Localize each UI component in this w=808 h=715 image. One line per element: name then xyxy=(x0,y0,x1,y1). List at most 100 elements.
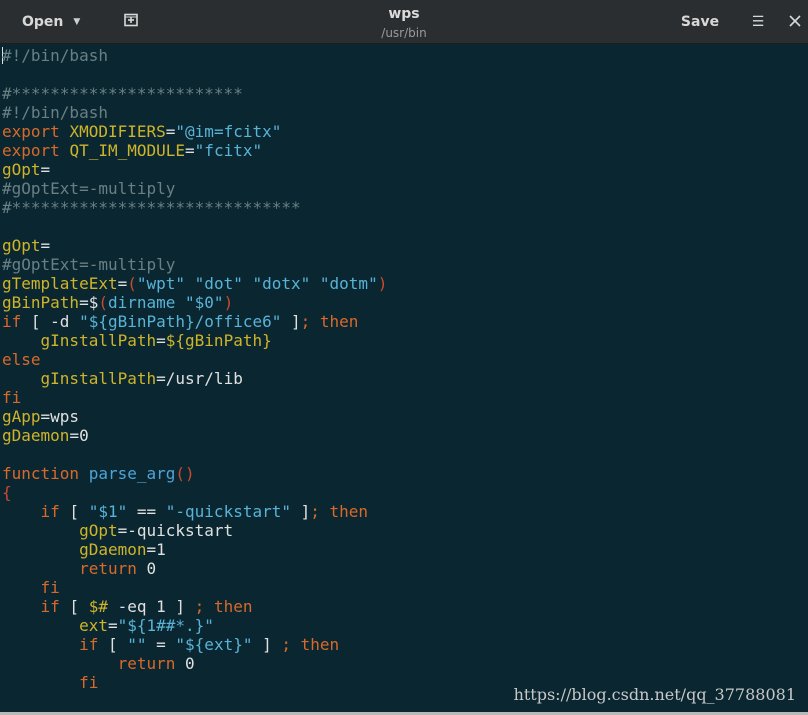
code-token: 0 xyxy=(136,559,157,578)
code-token: fi xyxy=(40,578,60,597)
code-line[interactable]: #gOptExt=-multiply xyxy=(2,255,387,274)
code-line[interactable]: fi xyxy=(2,673,387,692)
code-token: gOpt xyxy=(2,160,41,179)
code-line[interactable]: #gOptExt=-multiply xyxy=(2,179,387,198)
open-button[interactable]: Open ▼ xyxy=(12,0,90,43)
save-button[interactable]: Save xyxy=(672,0,728,43)
close-icon xyxy=(789,13,801,31)
code-token: =-quickstart xyxy=(117,521,234,540)
code-line[interactable]: #!/bin/bash xyxy=(2,103,387,122)
code-token: = xyxy=(117,274,128,293)
code-token: #gOptExt=-multiply xyxy=(2,255,176,274)
code-token: return xyxy=(79,559,137,578)
code-line[interactable] xyxy=(2,217,387,236)
code-token: () xyxy=(175,464,195,483)
code-token: ${gBinPath} xyxy=(165,331,272,350)
code-token: "${1##*.}" xyxy=(117,616,214,635)
code-line[interactable] xyxy=(2,445,387,464)
code-line[interactable]: export QT_IM_MODULE="fcitx" xyxy=(2,141,387,160)
code-token: $# xyxy=(88,597,108,616)
code-line[interactable]: fi xyxy=(2,578,387,597)
code-token: gOpt xyxy=(2,236,41,255)
new-document-button[interactable] xyxy=(118,0,144,43)
code-token: [ xyxy=(98,635,128,654)
menu-button[interactable]: ☰ xyxy=(745,0,771,43)
code-token: gDaemon xyxy=(79,540,147,559)
code-token: ext xyxy=(79,616,108,635)
code-token: =1 xyxy=(146,540,166,559)
code-editor[interactable]: #!/bin/bash #************************ #!/… xyxy=(0,44,808,712)
code-line[interactable]: gDaemon=1 xyxy=(2,540,387,559)
code-line[interactable]: if [ -d "${gBinPath}/office6" ]; then xyxy=(2,312,387,331)
code-token: ; then xyxy=(281,635,340,654)
code-token: /usr/lib xyxy=(165,369,243,388)
code-line[interactable]: export XMODIFIERS="@im=fcitx" xyxy=(2,122,387,141)
code-line[interactable]: gOpt=-quickstart xyxy=(2,521,387,540)
code-line[interactable]: gApp=wps xyxy=(2,407,387,426)
code-token: gApp xyxy=(2,407,41,426)
code-token: =$ xyxy=(79,293,99,312)
code-line[interactable]: gOpt= xyxy=(2,236,387,255)
code-line[interactable]: gTemplateExt=("wpt" "dot" "dotx" "dotm") xyxy=(2,274,387,293)
code-token: if xyxy=(79,635,99,654)
code-token: = xyxy=(146,635,176,654)
code-token: 0 xyxy=(175,654,195,673)
code-token: export xyxy=(2,122,70,141)
code-token: gDaemon xyxy=(2,426,70,445)
code-line[interactable]: ext="${1##*.}" xyxy=(2,616,387,635)
code-token: [ -d xyxy=(21,312,80,331)
code-token: gBinPath xyxy=(2,293,80,312)
code-token: #************************ xyxy=(2,84,243,103)
code-line[interactable]: return 0 xyxy=(2,559,387,578)
code-token: ; then xyxy=(310,502,369,521)
code-line[interactable]: fi xyxy=(2,388,387,407)
code-line[interactable]: gInstallPath=${gBinPath} xyxy=(2,331,387,350)
code-token: if xyxy=(40,502,60,521)
code-token: "$1" xyxy=(88,502,128,521)
code-line[interactable]: gBinPath=$(dirname "$0") xyxy=(2,293,387,312)
code-line[interactable]: function parse_arg() xyxy=(2,464,387,483)
code-token: #!/bin/bash xyxy=(2,103,108,122)
code-line[interactable] xyxy=(2,65,387,84)
code-token: fi xyxy=(2,388,22,407)
code-line[interactable]: return 0 xyxy=(2,654,387,673)
code-line[interactable]: { xyxy=(2,483,387,502)
code-token: gOpt xyxy=(79,521,118,540)
code-token: = xyxy=(185,141,195,160)
code-line[interactable]: if [ "$1" == "-quickstart" ]; then xyxy=(2,502,387,521)
code-line[interactable]: if [ "" = "${ext}" ] ; then xyxy=(2,635,387,654)
code-line[interactable]: else xyxy=(2,350,387,369)
code-line[interactable]: if [ $# -eq 1 ] ; then xyxy=(2,597,387,616)
code-line[interactable]: gInstallPath=/usr/lib xyxy=(2,369,387,388)
code-line[interactable]: #************************ xyxy=(2,84,387,103)
code-token: = xyxy=(165,122,176,141)
code-text[interactable]: #!/bin/bash #************************ #!/… xyxy=(2,46,387,692)
code-token: gInstallPath xyxy=(40,331,157,350)
code-line[interactable]: #****************************** xyxy=(2,198,387,217)
code-token: function xyxy=(2,464,89,483)
code-line[interactable]: gDaemon=0 xyxy=(2,426,387,445)
code-line[interactable]: #!/bin/bash xyxy=(2,46,387,65)
close-button[interactable] xyxy=(784,0,806,43)
code-token: ] xyxy=(291,502,311,521)
header-bar: Open ▼ wps /usr/bin Save ☰ xyxy=(0,0,808,44)
code-token: ) xyxy=(223,293,234,312)
code-line[interactable]: gOpt= xyxy=(2,160,387,179)
code-token: #!/bin/bash xyxy=(2,46,108,65)
code-token: "${gBinPath}/office6" xyxy=(79,312,282,331)
code-token: XMODIFIERS xyxy=(69,122,166,141)
code-token: else xyxy=(2,350,41,369)
code-token: dirname xyxy=(107,293,186,312)
code-token: "-quickstart" xyxy=(165,502,291,521)
